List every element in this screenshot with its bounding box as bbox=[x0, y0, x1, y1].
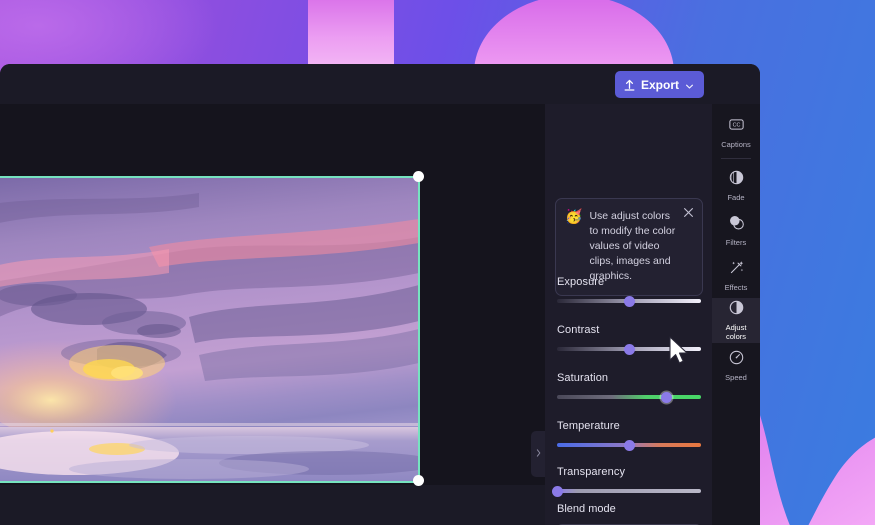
half-circle-icon bbox=[728, 299, 745, 321]
app-topbar: Export bbox=[0, 64, 760, 104]
fade-circle-icon bbox=[728, 169, 745, 191]
rail-item-adjust-colors[interactable]: Adjust colors bbox=[712, 298, 760, 343]
chevron-right-icon bbox=[535, 445, 542, 463]
chevron-down-icon bbox=[685, 80, 694, 89]
saturation-slider[interactable] bbox=[557, 391, 701, 403]
selection-border-top bbox=[0, 176, 420, 178]
exposure-label: Exposure bbox=[557, 276, 605, 288]
export-button[interactable]: Export bbox=[614, 71, 704, 98]
rail-item-effects[interactable]: Effects bbox=[712, 253, 760, 298]
rail-item-captions[interactable]: CC Captions bbox=[712, 110, 760, 155]
transparency-slider-group: Transparency bbox=[551, 466, 701, 497]
background-blob-bar bbox=[308, 0, 394, 70]
video-preview[interactable] bbox=[0, 177, 419, 482]
closed-caption-icon: CC bbox=[728, 116, 745, 138]
saturation-slider-group: Saturation bbox=[557, 372, 701, 403]
speedometer-icon bbox=[728, 349, 745, 371]
blend-mode-section: Blend mode Normal bbox=[557, 503, 701, 525]
panel-collapse-handle[interactable] bbox=[531, 431, 545, 477]
temperature-slider-group: Temperature bbox=[557, 420, 701, 451]
contrast-slider[interactable] bbox=[557, 343, 701, 355]
temperature-label: Temperature bbox=[557, 420, 620, 432]
rail-item-filters[interactable]: Filters bbox=[712, 208, 760, 253]
selection-handle-top-right[interactable] bbox=[413, 171, 424, 182]
export-button-label: Export bbox=[640, 77, 679, 92]
rail-item-label: Adjust colors bbox=[725, 323, 747, 341]
saturation-label: Saturation bbox=[557, 372, 609, 384]
saturation-slider-thumb[interactable] bbox=[660, 391, 672, 403]
blend-mode-label: Blend mode bbox=[557, 503, 616, 515]
contrast-label: Contrast bbox=[557, 324, 600, 336]
rail-item-speed[interactable]: Speed bbox=[712, 343, 760, 388]
contrast-slider-thumb[interactable] bbox=[623, 343, 635, 355]
selection-handle-bottom-right[interactable] bbox=[413, 475, 424, 486]
background-blob-dome bbox=[474, 0, 674, 73]
rail-item-label: Filters bbox=[725, 237, 747, 247]
tooltip-text: Use adjust colors to modify the color va… bbox=[589, 210, 676, 282]
party-face-icon: 🥳 bbox=[565, 208, 583, 224]
selection-border-bottom bbox=[0, 481, 420, 483]
close-icon[interactable] bbox=[682, 206, 695, 219]
rail-item-label: Captions bbox=[721, 139, 751, 149]
transparency-slider-thumb[interactable] bbox=[551, 485, 563, 497]
temperature-slider-thumb[interactable] bbox=[623, 439, 635, 451]
adjust-colors-panel: 🥳 Use adjust colors to modify the color … bbox=[545, 104, 712, 525]
clipchamp-app-window: Export 🥳 Use adjust colors to modify the… bbox=[0, 64, 760, 525]
rail-item-fade[interactable]: Fade bbox=[712, 163, 760, 208]
preview-stage: 5 5 bbox=[0, 104, 545, 485]
screen: Export 🥳 Use adjust colors to modify the… bbox=[0, 0, 875, 525]
tool-rail: CC Captions Fade Filters Effects Adjust colors… bbox=[712, 104, 760, 525]
selection-border-right bbox=[418, 176, 420, 483]
contrast-slider-group: Contrast bbox=[557, 324, 701, 355]
exposure-slider-group: Exposure bbox=[557, 276, 701, 307]
filters-overlap-icon bbox=[728, 214, 745, 236]
magic-wand-icon bbox=[728, 259, 745, 281]
temperature-slider[interactable] bbox=[557, 439, 701, 451]
rail-item-label: Speed bbox=[725, 372, 747, 382]
transparency-label: Transparency bbox=[557, 466, 626, 478]
exposure-slider-thumb[interactable] bbox=[623, 295, 635, 307]
rail-item-label: Effects bbox=[724, 282, 748, 292]
video-frame-image bbox=[0, 177, 419, 482]
transparency-slider[interactable] bbox=[551, 485, 701, 497]
upload-arrow-icon bbox=[624, 79, 635, 91]
rail-separator bbox=[721, 158, 751, 159]
exposure-slider[interactable] bbox=[557, 295, 701, 307]
svg-text:CC: CC bbox=[732, 122, 740, 128]
rail-item-label: Fade bbox=[727, 192, 745, 202]
